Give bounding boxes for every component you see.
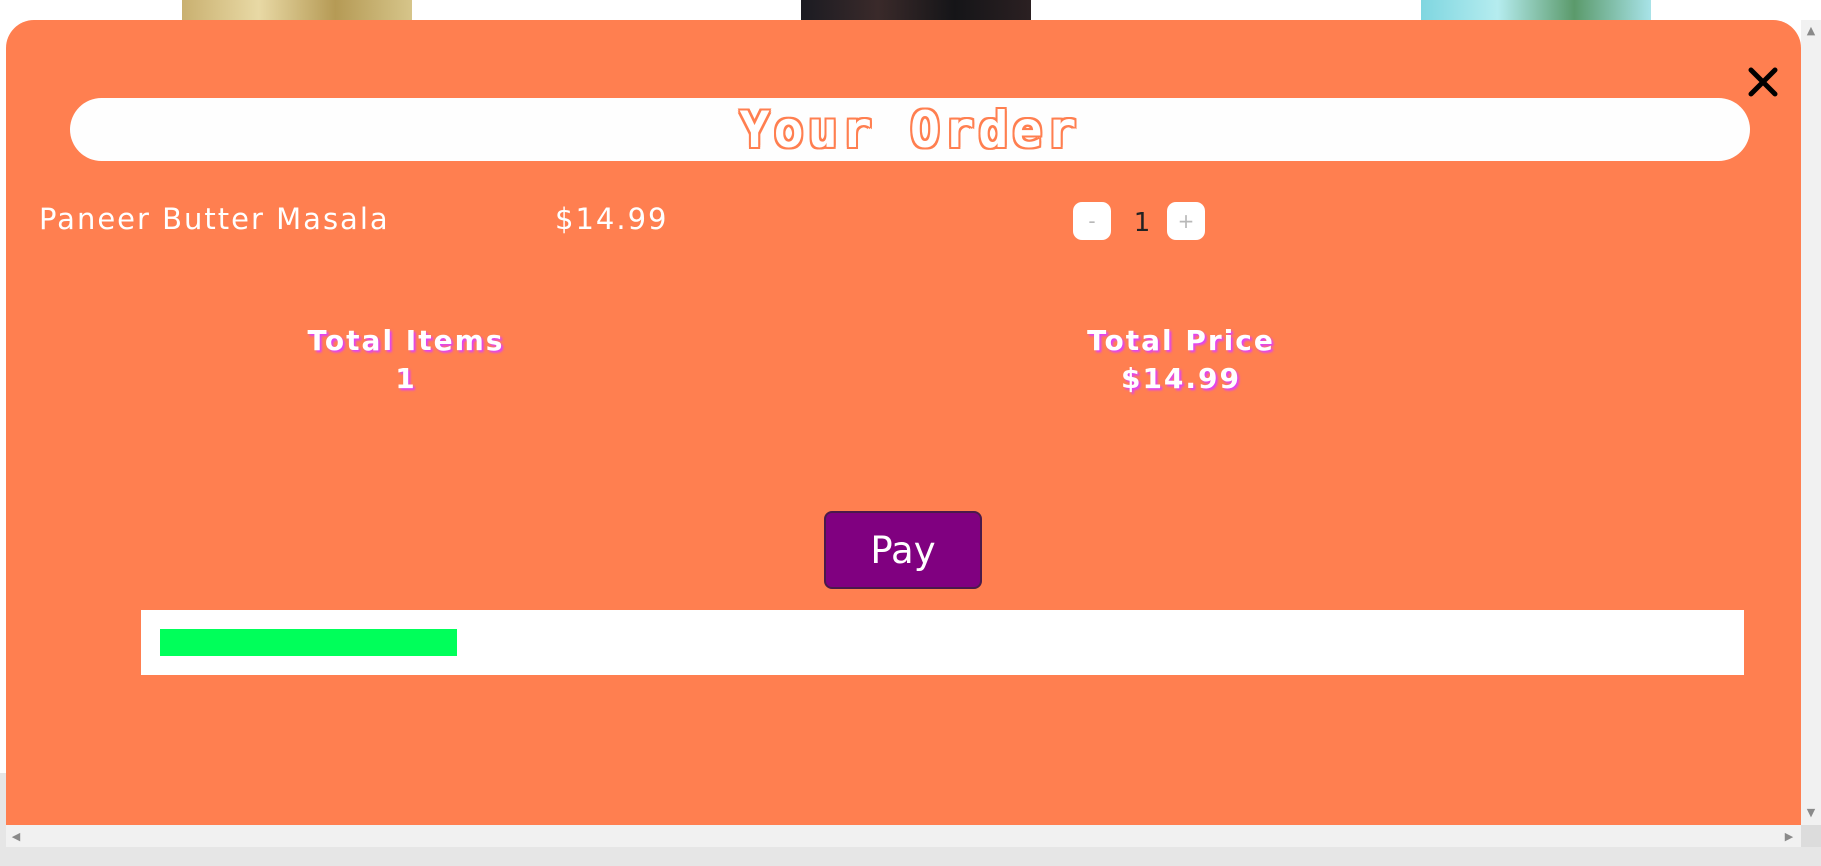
item-quantity: 1 bbox=[1133, 208, 1151, 238]
pay-button[interactable]: Pay bbox=[824, 511, 982, 589]
increase-quantity-button[interactable]: + bbox=[1167, 202, 1205, 240]
order-item-row: Paneer Butter Masala $14.99 - 1 + bbox=[0, 196, 1821, 246]
decrease-quantity-button[interactable]: - bbox=[1073, 202, 1111, 240]
menu-item-image bbox=[182, 0, 412, 22]
menu-item-image bbox=[1421, 0, 1651, 22]
scroll-up-arrow-icon[interactable]: ▲ bbox=[1803, 22, 1819, 38]
scrollbar-corner bbox=[1801, 825, 1821, 847]
vertical-scrollbar[interactable] bbox=[1801, 20, 1821, 825]
close-button[interactable] bbox=[1741, 60, 1785, 104]
order-title-bar: Your Order bbox=[70, 98, 1750, 161]
total-items-label: Total Items bbox=[307, 324, 505, 357]
total-price-summary: Total Price $14.99 bbox=[1051, 322, 1311, 398]
total-items-value: 1 bbox=[395, 362, 417, 395]
horizontal-scrollbar[interactable] bbox=[6, 825, 1801, 847]
scroll-right-arrow-icon[interactable]: ▶ bbox=[1781, 828, 1797, 844]
payment-progress-fill bbox=[160, 629, 457, 656]
menu-item-image bbox=[801, 0, 1031, 22]
scroll-left-arrow-icon[interactable]: ◀ bbox=[8, 828, 24, 844]
order-title: Your Order bbox=[739, 100, 1081, 159]
scroll-down-arrow-icon[interactable]: ▼ bbox=[1803, 804, 1819, 820]
total-price-label: Total Price bbox=[1087, 324, 1275, 357]
total-items-summary: Total Items 1 bbox=[276, 322, 536, 398]
close-icon bbox=[1748, 67, 1778, 97]
item-price: $14.99 bbox=[555, 202, 669, 236]
payment-progress-bar bbox=[141, 610, 1744, 675]
total-price-value: $14.99 bbox=[1120, 362, 1242, 395]
item-name: Paneer Butter Masala bbox=[39, 202, 390, 236]
order-modal: Your Order bbox=[6, 20, 1801, 825]
